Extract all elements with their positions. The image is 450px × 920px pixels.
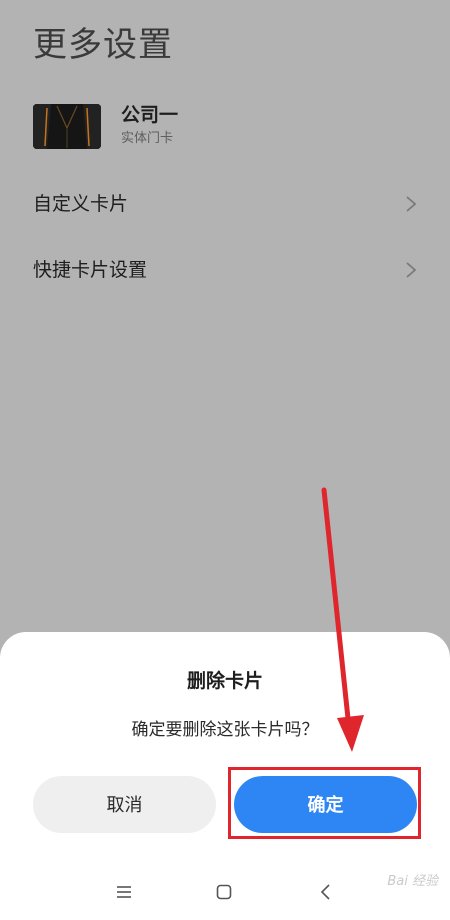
settings-item-label: 快捷卡片设置 xyxy=(33,259,148,281)
dialog-message: 确定要删除这张卡片吗？ xyxy=(131,720,319,740)
chevron-right-icon xyxy=(406,196,417,212)
navigation-bar xyxy=(0,876,450,908)
card-name: 公司一 xyxy=(121,104,179,126)
card-row[interactable]: 公司一 实体门卡 xyxy=(33,102,413,150)
chevron-right-icon xyxy=(406,262,417,278)
settings-item-custom-card[interactable]: 自定义卡片 xyxy=(33,186,418,222)
settings-item-label: 自定义卡片 xyxy=(33,193,129,215)
watermark: Bai 经验 xyxy=(387,874,438,889)
confirm-button[interactable]: 确定 xyxy=(234,776,417,833)
settings-item-quick-card[interactable]: 快捷卡片设置 xyxy=(33,252,418,288)
card-thumbnail xyxy=(33,104,101,149)
dialog-title: 删除卡片 xyxy=(186,670,263,692)
page-title: 更多设置 xyxy=(33,25,173,65)
back-icon[interactable] xyxy=(316,882,336,902)
menu-icon[interactable] xyxy=(114,882,134,902)
home-icon[interactable] xyxy=(214,882,234,902)
cancel-button[interactable]: 取消 xyxy=(33,776,216,833)
card-subtitle: 实体门卡 xyxy=(121,131,174,146)
